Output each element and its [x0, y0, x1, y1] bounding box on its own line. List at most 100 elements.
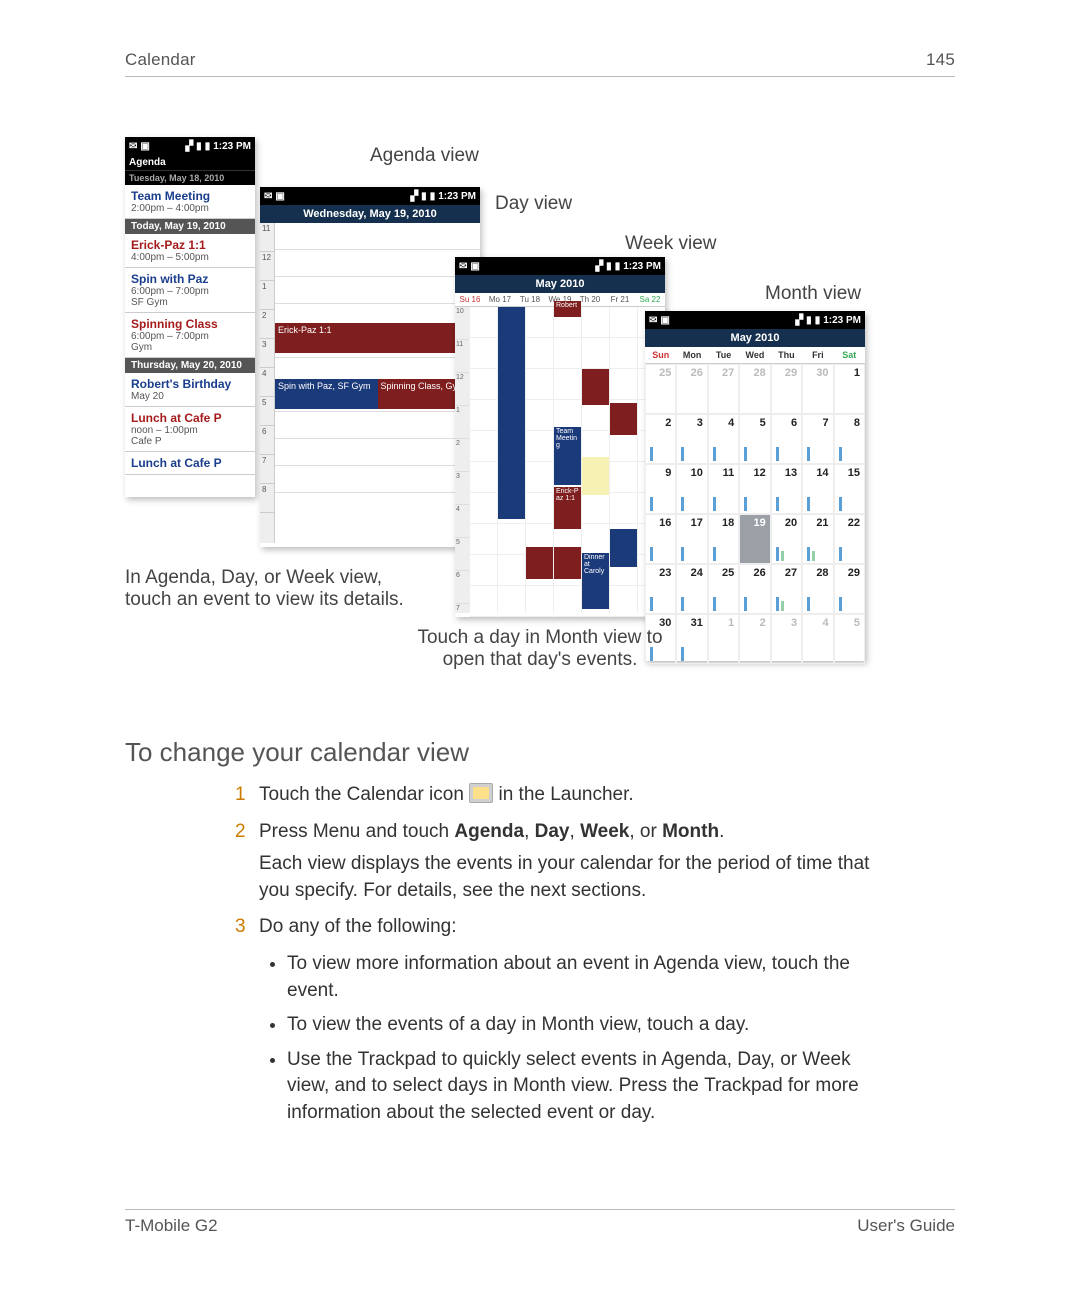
b3a: Use the	[287, 1049, 358, 1070]
week-event[interactable]: Robert	[554, 301, 581, 317]
month-day-cell[interactable]: 20	[771, 514, 802, 564]
month-day-cell[interactable]: 4	[802, 614, 833, 664]
agenda-item[interactable]: Erick-Paz 1:14:00pm – 5:00pm	[125, 234, 255, 268]
status-time: 1:23 PM	[438, 191, 476, 202]
header-left: Calendar	[125, 50, 196, 70]
step2-lead: Press Menu and touch	[259, 821, 454, 842]
agenda-list[interactable]: Team Meeting2:00pm – 4:00pmToday, May 19…	[125, 185, 255, 475]
week-event[interactable]	[582, 457, 609, 495]
status-bar: ✉ ▣ ▞ ▮ ▮ 1:23 PM	[125, 137, 255, 155]
status-bar: ✉▣ ▞▮▮1:23 PM	[455, 257, 665, 275]
month-day-cell[interactable]: 17	[676, 514, 707, 564]
month-day-cell[interactable]: 24	[676, 564, 707, 614]
month-day-cell[interactable]: 14	[802, 464, 833, 514]
month-day-cell[interactable]: 4	[708, 414, 739, 464]
month-day-cell[interactable]: 5	[834, 614, 865, 664]
day-body[interactable]: Erick-Paz 1:1Spin with Paz, SF GymSpinni…	[274, 223, 480, 543]
week-event[interactable]	[526, 547, 553, 579]
month-day-cell[interactable]: 21	[802, 514, 833, 564]
figure-stage: Agenda view Day view Week view Month vie…	[125, 137, 955, 697]
week-event[interactable]: Dinner at Caroly	[582, 553, 609, 609]
kw-week: Week	[580, 821, 629, 842]
month-dow-header: SunMonTueWedThuFriSat	[645, 347, 865, 364]
month-day-cell[interactable]: 9	[645, 464, 676, 514]
month-day-cell[interactable]: 27	[771, 564, 802, 614]
week-event[interactable]	[554, 547, 581, 579]
month-day-cell[interactable]: 22	[834, 514, 865, 564]
signal-bars-icon: ▮	[421, 191, 427, 202]
battery-icon: ▮	[615, 261, 621, 272]
month-day-cell[interactable]: 2	[645, 414, 676, 464]
agenda-item[interactable]: Spin with Paz6:00pm – 7:00pmSF Gym	[125, 268, 255, 313]
week-event[interactable]	[498, 307, 525, 519]
agenda-date-divider: Today, May 19, 2010	[125, 219, 255, 234]
month-day-cell[interactable]: 1	[708, 614, 739, 664]
week-grid[interactable]: MeetinRobertTeam Meetin gErick-P az 1:1D…	[469, 307, 665, 613]
month-day-cell[interactable]: 29	[771, 364, 802, 414]
footer-left: T-Mobile G2	[125, 1216, 218, 1236]
month-day-cell[interactable]: 25	[708, 564, 739, 614]
week-event[interactable]: Team Meetin g	[554, 427, 581, 485]
month-day-cell[interactable]: 19	[739, 514, 770, 564]
agenda-item-time: 6:00pm – 7:00pm	[131, 331, 249, 342]
agenda-title: Agenda	[125, 155, 255, 170]
day-event[interactable]: Spin with Paz, SF Gym	[275, 379, 384, 409]
week-event[interactable]: Erick-P az 1:1	[554, 487, 581, 529]
month-day-cell[interactable]: 26	[676, 364, 707, 414]
agenda-item[interactable]: Spinning Class6:00pm – 7:00pmGym	[125, 313, 255, 358]
step1-text-b: in the Launcher.	[498, 784, 633, 805]
agenda-subtitle: Tuesday, May 18, 2010	[125, 170, 255, 185]
month-day-cell[interactable]: 3	[676, 414, 707, 464]
kw-month: Month	[662, 821, 719, 842]
month-day-cell[interactable]: 10	[676, 464, 707, 514]
month-day-cell[interactable]: 29	[834, 564, 865, 614]
month-day-cell[interactable]: 28	[739, 364, 770, 414]
agenda-item[interactable]: Robert's BirthdayMay 20	[125, 373, 255, 407]
week-event[interactable]	[610, 403, 637, 435]
month-grid[interactable]: 2526272829301234567891011121314151617181…	[645, 364, 865, 664]
month-day-cell[interactable]: 5	[739, 414, 770, 464]
battery-icon: ▮	[205, 141, 211, 152]
agenda-item[interactable]: Lunch at Cafe Pnoon – 1:00pmCafe P	[125, 407, 255, 452]
month-day-cell[interactable]: 2	[739, 614, 770, 664]
step3-bullets: To view more information about an event …	[259, 947, 875, 1131]
month-day-cell[interactable]: 28	[802, 564, 833, 614]
month-day-cell[interactable]: 23	[645, 564, 676, 614]
week-event[interactable]	[582, 369, 609, 405]
month-day-cell[interactable]: 30	[802, 364, 833, 414]
month-day-cell[interactable]: 16	[645, 514, 676, 564]
month-day-cell[interactable]: 18	[708, 514, 739, 564]
month-day-cell[interactable]: 8	[834, 414, 865, 464]
month-day-cell[interactable]: 11	[708, 464, 739, 514]
month-day-cell[interactable]: 13	[771, 464, 802, 514]
signal-3g-icon: ▞	[795, 315, 803, 326]
calendar-app-icon	[469, 783, 493, 803]
mail-icon: ✉	[459, 261, 467, 272]
month-day-cell[interactable]: 1	[834, 364, 865, 414]
month-day-cell[interactable]: 27	[708, 364, 739, 414]
signal-bars-icon: ▮	[196, 141, 202, 152]
chat-icon: ▣	[660, 315, 669, 326]
label-week: Week view	[625, 233, 717, 255]
battery-icon: ▮	[430, 191, 436, 202]
month-day-cell[interactable]: 31	[676, 614, 707, 664]
agenda-item-time: 2:00pm – 4:00pm	[131, 203, 249, 214]
month-day-cell[interactable]: 12	[739, 464, 770, 514]
month-day-cell[interactable]: 7	[802, 414, 833, 464]
step1-text-a: Touch the Calendar icon	[259, 784, 469, 805]
month-day-cell[interactable]: 6	[771, 414, 802, 464]
month-day-cell[interactable]: 15	[834, 464, 865, 514]
agenda-item-title: Erick-Paz 1:1	[131, 238, 249, 252]
mail-icon: ✉	[649, 315, 657, 326]
month-day-cell[interactable]: 25	[645, 364, 676, 414]
agenda-item[interactable]: Lunch at Cafe P	[125, 452, 255, 475]
week-event[interactable]	[610, 529, 637, 567]
running-header: Calendar 145	[125, 50, 955, 77]
month-day-cell[interactable]: 3	[771, 614, 802, 664]
month-day-cell[interactable]: 26	[739, 564, 770, 614]
agenda-item[interactable]: Team Meeting2:00pm – 4:00pm	[125, 185, 255, 219]
bullet-3: Use the Trackpad to quickly select event…	[287, 1043, 875, 1131]
status-time: 1:23 PM	[213, 141, 251, 152]
steps-list: Touch the Calendar icon in the Launcher.…	[235, 782, 875, 1147]
step-1: Touch the Calendar icon in the Launcher.	[235, 782, 875, 819]
